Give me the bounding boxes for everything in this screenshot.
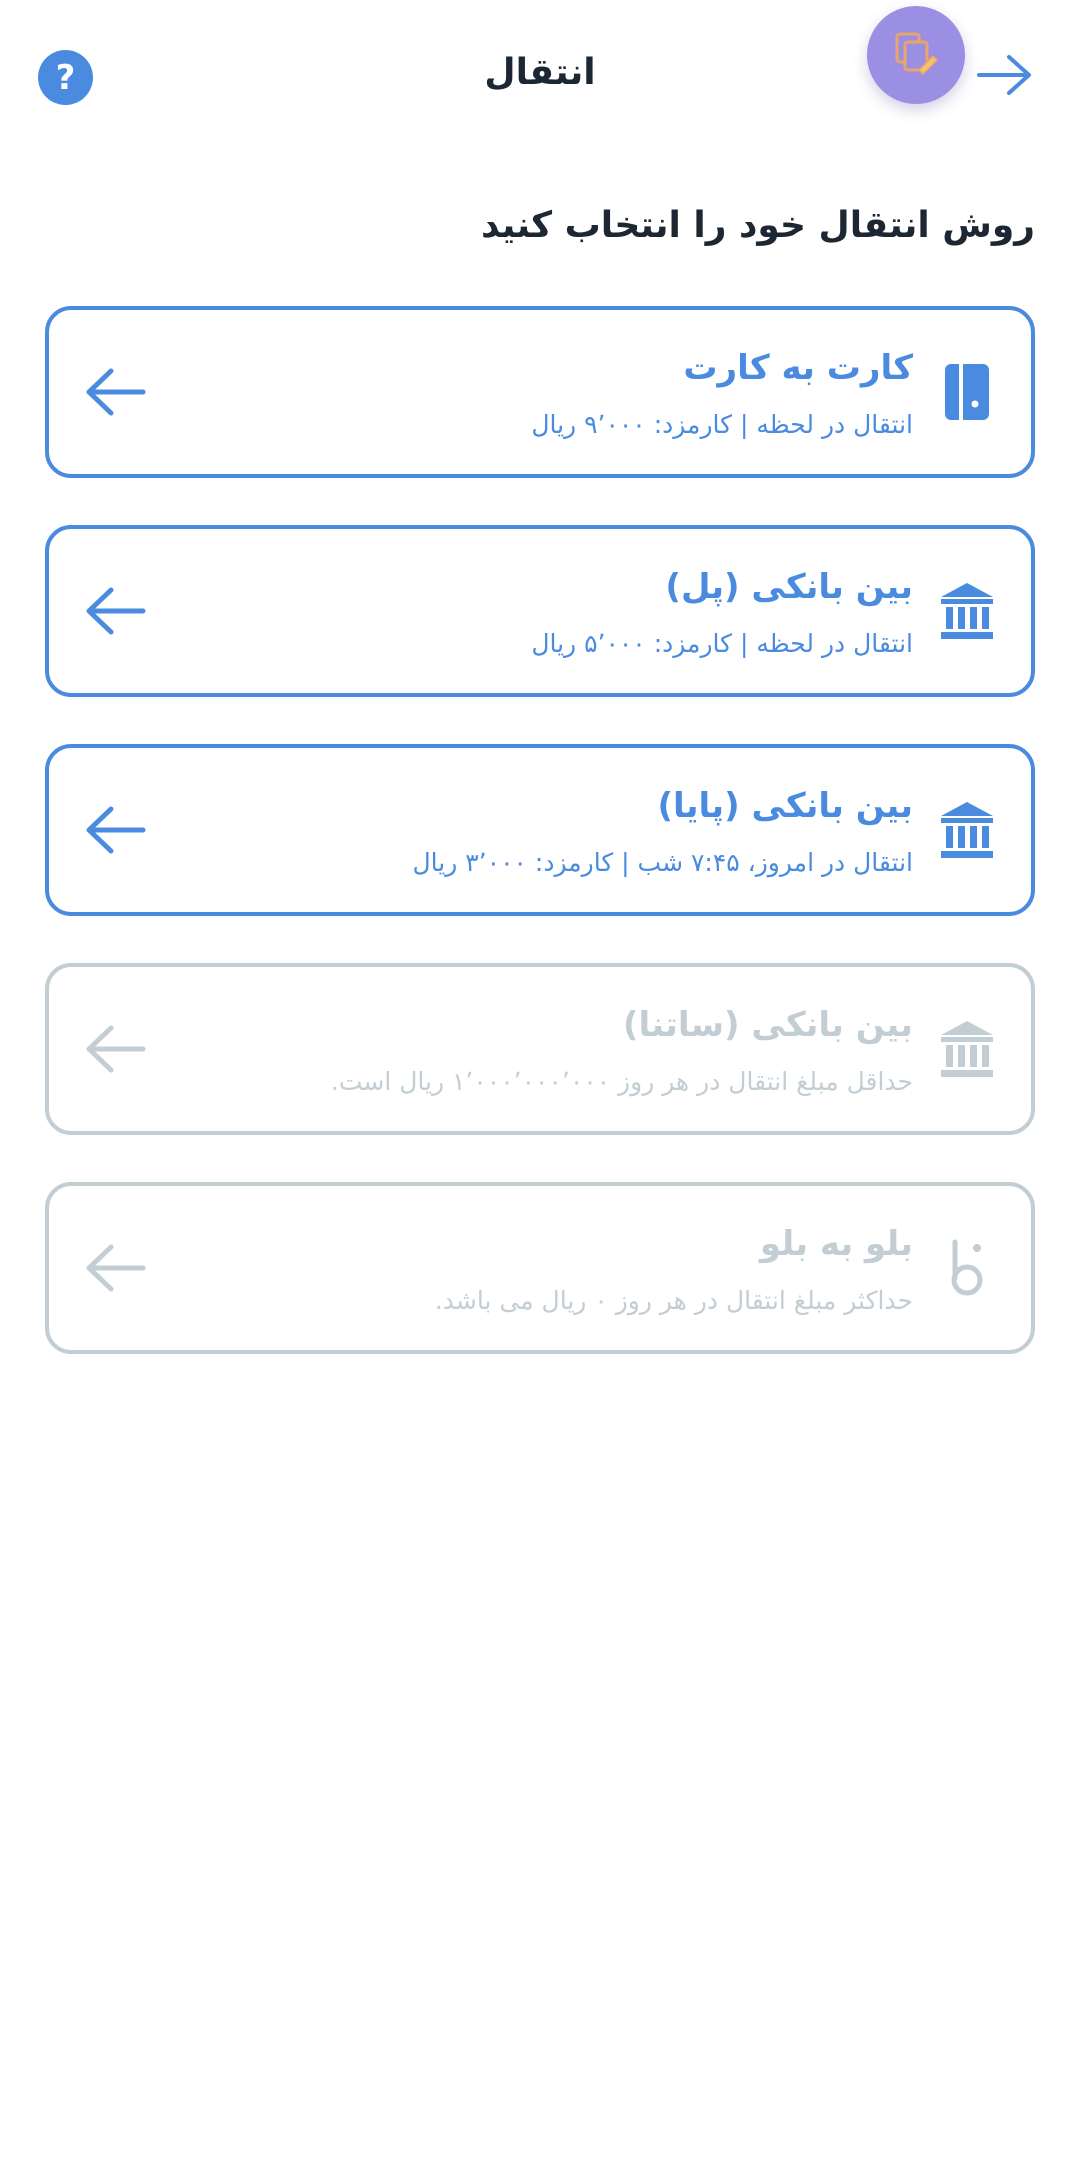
arrow-left-icon (86, 1025, 146, 1073)
option-card-satna: بین بانکی (ساتنا) حداقل مبلغ انتقال در ه… (45, 963, 1035, 1135)
floating-action-button[interactable] (867, 6, 965, 104)
option-card-to-card[interactable]: کارت به کارت انتقال در لحظه | کارمزد: ۹٬… (45, 306, 1035, 478)
option-card-paya[interactable]: بین بانکی (پایا) انتقال در امروز، ۷:۴۵ ش… (45, 744, 1035, 916)
option-card-pol[interactable]: بین بانکی (پل) انتقال در لحظه | کارمزد: … (45, 525, 1035, 697)
bank-icon (939, 1018, 995, 1080)
bank-icon (939, 580, 995, 642)
arrow-left-icon (86, 368, 146, 416)
section-heading: روش انتقال خود را انتخاب کنید (480, 205, 1035, 246)
option-description: حداقل مبلغ انتقال در هر روز ۱٬۰۰۰٬۰۰۰٬۰۰… (330, 1067, 913, 1096)
option-description: انتقال در لحظه | کارمزد: ۵٬۰۰۰ ریال (531, 629, 913, 658)
option-description: حداکثر مبلغ انتقال در هر روز ۰ ریال می ب… (434, 1286, 913, 1315)
back-button[interactable] (975, 50, 1035, 100)
card-icon (939, 361, 995, 423)
option-description: انتقال در لحظه | کارمزد: ۹٬۰۰۰ ریال (531, 410, 913, 439)
option-card-blu: بلو به بلو حداکثر مبلغ انتقال در هر روز … (45, 1182, 1035, 1354)
option-description: انتقال در امروز، ۷:۴۵ شب | کارمزد: ۳٬۰۰۰… (412, 848, 913, 877)
arrow-left-icon (86, 587, 146, 635)
arrow-left-icon (86, 1244, 146, 1292)
option-title: بین بانکی (پل) (665, 567, 913, 607)
transfer-screen: ? انتقال روش انتقال خود را انتخاب کنید ک… (0, 0, 1080, 2182)
option-title: بلو به بلو (760, 1224, 913, 1264)
option-title: بین بانکی (پایا) (657, 786, 913, 826)
bank-icon (939, 799, 995, 861)
copy-edit-icon (895, 32, 939, 76)
option-title: بین بانکی (ساتنا) (622, 1005, 913, 1045)
blu-logo-icon (939, 1237, 995, 1299)
header: ? انتقال (0, 0, 1080, 150)
arrow-right-icon (977, 55, 1031, 95)
option-title: کارت به کارت (683, 348, 913, 388)
arrow-left-icon (86, 806, 146, 854)
